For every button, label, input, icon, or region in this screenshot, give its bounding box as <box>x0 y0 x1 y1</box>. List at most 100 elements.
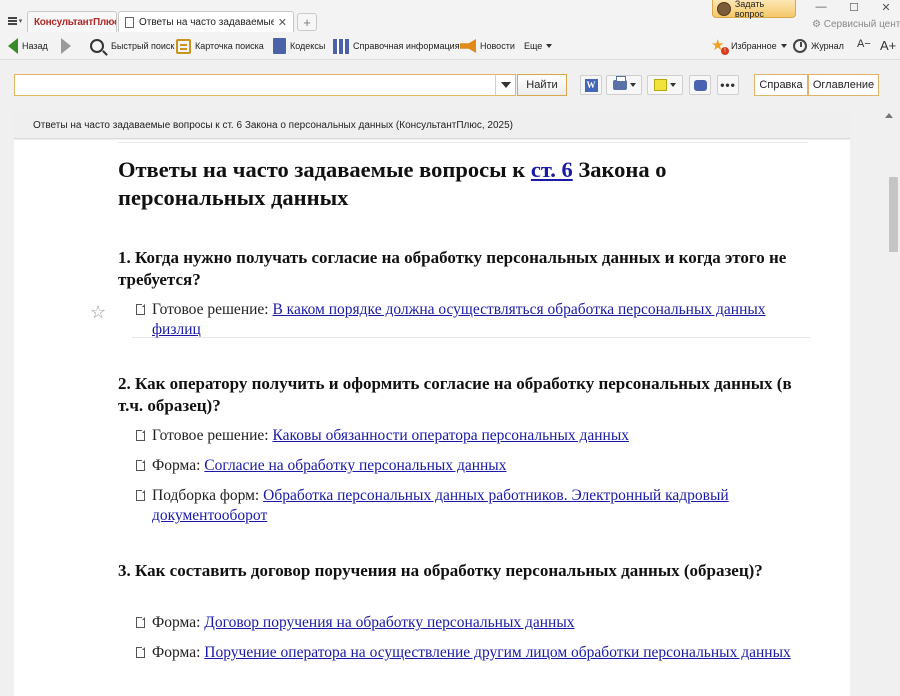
search-icon <box>90 39 104 53</box>
search-history-dropdown[interactable] <box>495 75 515 95</box>
consultant-avatar-icon <box>717 1 731 16</box>
word-icon: W <box>584 78 598 92</box>
codes-label: Кодексы <box>290 41 326 51</box>
tab-title: Ответы на часто задаваемые вопросы к ст.… <box>139 16 274 28</box>
scrollbar-thumb[interactable] <box>889 177 898 252</box>
list-item: Форма: Договор поручения на обработку пе… <box>136 613 816 633</box>
journal-label: Журнал <box>811 41 844 51</box>
more-label: Еще <box>524 41 543 51</box>
ask-question-button[interactable]: Задать вопрос <box>712 0 796 19</box>
comment-button[interactable] <box>689 75 711 95</box>
service-center-icon: ⚙ <box>812 19 821 30</box>
chevron-down-icon <box>780 44 787 48</box>
main-toolbar: Назад Быстрый поиск Карточка поиска Коде… <box>0 32 900 60</box>
favorites-label: Избранное <box>731 41 777 51</box>
minimize-button[interactable]: — <box>810 1 832 17</box>
more-menu-button[interactable]: Еще <box>524 36 553 56</box>
reference-info-button[interactable]: Справочная информация <box>333 36 460 56</box>
list-item-text: Форма: Поручение оператора на осуществле… <box>152 643 816 663</box>
list-item-text: Форма: Согласие на обработку персональны… <box>152 456 816 476</box>
quick-search-button[interactable]: Быстрый поиск <box>90 36 174 56</box>
brand-logo-text: КонсультантПлюс <box>34 16 117 28</box>
list-item: Готовое решение: Каковы обязанности опер… <box>136 426 816 446</box>
comment-icon <box>693 79 707 91</box>
journal-button[interactable]: Журнал <box>793 36 844 56</box>
star-icon: ★! <box>711 38 729 55</box>
close-tab-icon[interactable]: ✕ <box>278 16 287 29</box>
item-link[interactable]: Договор поручения на обработку персональ… <box>204 614 574 631</box>
forward-button[interactable] <box>61 36 71 56</box>
search-card-label: Карточка поиска <box>195 41 264 51</box>
document-icon <box>136 647 145 658</box>
scroll-up-icon[interactable] <box>885 113 893 118</box>
service-center-link[interactable]: ⚙ Сервисный центр <box>812 19 900 30</box>
search-row: Найти W ••• Справка Оглавление <box>0 61 900 107</box>
codex-book-icon <box>273 38 286 54</box>
list-item: Форма: Согласие на обработку персональны… <box>136 456 816 476</box>
tab-consultant-home[interactable]: КонсультантПлюс <box>27 11 117 32</box>
document-icon <box>136 490 145 501</box>
highlight-button[interactable] <box>647 75 683 95</box>
find-button[interactable]: Найти <box>517 74 567 96</box>
chevron-down-icon <box>670 83 676 87</box>
service-center-label: Сервисный центр <box>823 19 900 30</box>
search-card-button[interactable]: Карточка поиска <box>176 36 264 56</box>
tab-document[interactable]: Ответы на часто задаваемые вопросы к ст.… <box>118 11 294 32</box>
books-icon <box>333 38 349 54</box>
search-input[interactable] <box>14 74 516 96</box>
document-icon <box>136 430 145 441</box>
contents-button[interactable]: Оглавление <box>808 74 879 96</box>
chevron-down-icon <box>500 82 511 88</box>
maximize-button[interactable]: ☐ <box>843 1 865 17</box>
printer-icon <box>612 76 627 90</box>
list-item-text: Готовое решение: Каковы обязанности опер… <box>152 426 816 446</box>
item-link[interactable]: Согласие на обработку персональных данны… <box>204 457 506 474</box>
question-heading-1: 1. Когда нужно получать согласие на обра… <box>118 248 787 289</box>
document-icon <box>125 16 134 28</box>
item-type-label: Форма: <box>152 457 205 474</box>
close-window-button[interactable]: ✕ <box>875 1 897 17</box>
chevron-down-icon <box>629 83 636 87</box>
megaphone-icon <box>460 39 476 53</box>
item-type-label: Форма: <box>152 644 205 661</box>
list-item-text: Готовое решение: В каком порядке должна … <box>152 300 816 340</box>
help-button[interactable]: Справка <box>754 74 808 96</box>
item-type-label: Готовое решение: <box>152 301 273 318</box>
article-link[interactable]: ст. 6 <box>531 157 573 182</box>
bookmark-star-icon[interactable]: ☆ <box>90 302 106 323</box>
document-icon <box>136 304 145 315</box>
item-type-label: Готовое решение: <box>152 427 273 444</box>
list-item: Подборка форм: Обработка персональных да… <box>136 486 816 526</box>
document-title: Ответы на часто задаваемые вопросы к ст.… <box>118 156 778 212</box>
item-type-label: Подборка форм: <box>152 487 264 504</box>
ask-question-label: Задать вопрос <box>734 0 765 19</box>
favorites-button[interactable]: ★! Избранное <box>711 36 787 56</box>
more-dots-icon: ••• <box>720 78 736 92</box>
news-label: Новости <box>480 41 515 51</box>
list-item: Готовое решение: В каком порядке должна … <box>136 300 816 340</box>
font-smaller-button[interactable]: A− <box>857 38 871 50</box>
export-word-button[interactable]: W <box>580 75 602 95</box>
vertical-scrollbar[interactable] <box>879 107 900 696</box>
font-larger-button[interactable]: A+ <box>880 38 896 53</box>
item-link[interactable]: Поручение оператора на осуществление дру… <box>204 644 790 661</box>
codes-button[interactable]: Кодексы <box>273 36 325 56</box>
clock-icon <box>793 39 807 53</box>
list-item-text: Форма: Договор поручения на обработку пе… <box>152 613 816 633</box>
item-link[interactable]: Каковы обязанности оператора персональны… <box>272 427 629 444</box>
hamburger-icon <box>7 17 17 25</box>
highlighter-icon <box>654 79 667 91</box>
document-icon <box>136 617 145 628</box>
main-menu-button[interactable]: ▾ <box>4 12 26 30</box>
news-button[interactable]: Новости <box>460 36 515 56</box>
new-tab-button[interactable]: + <box>297 13 317 31</box>
divider <box>118 142 808 143</box>
back-label: Назад <box>22 41 48 51</box>
item-type-label: Форма: <box>152 614 205 631</box>
print-button[interactable] <box>606 75 642 95</box>
more-actions-button[interactable]: ••• <box>717 75 739 95</box>
back-button[interactable]: Назад <box>8 36 48 56</box>
reference-info-label: Справочная информация <box>353 41 460 51</box>
chevron-down-icon: ▾ <box>18 18 23 25</box>
question-heading-2: 2. Как оператору получить и оформить сог… <box>118 374 792 415</box>
